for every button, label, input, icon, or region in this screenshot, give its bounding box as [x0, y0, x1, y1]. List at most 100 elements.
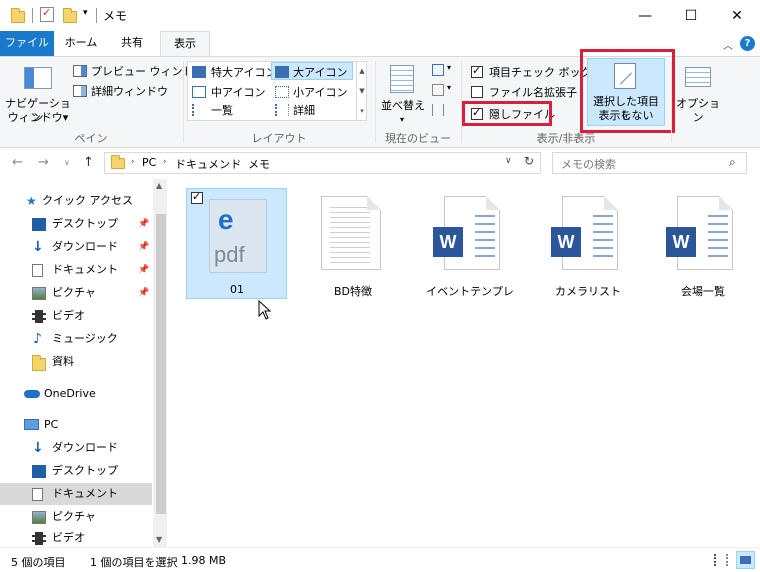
large-icons-option[interactable]: 大アイコン — [293, 64, 347, 80]
navigation-pane-button[interactable]: ナビゲーション ウィンドウ▾ — [5, 61, 71, 127]
new-folder-icon[interactable] — [63, 8, 77, 23]
add-columns-icon[interactable] — [432, 84, 444, 96]
nav-item-music[interactable]: ♪ ミュージック — [0, 328, 152, 350]
pin-icon[interactable]: 📌 — [138, 236, 149, 258]
file-item[interactable]: BD特徴 — [303, 188, 403, 298]
nav-pc[interactable]: PC — [0, 414, 152, 436]
pin-icon[interactable]: 📌 — [138, 213, 149, 235]
tab-home[interactable]: ホーム — [58, 31, 104, 56]
folder-icon — [32, 355, 46, 371]
chevron-up-icon[interactable]: ︿ — [723, 37, 733, 52]
options-label: オプション — [676, 97, 720, 124]
scroll-thumb[interactable] — [156, 214, 166, 514]
item-checkboxes-checkbox[interactable] — [471, 64, 483, 78]
details-pane-button[interactable]: 詳細ウィンドウ — [91, 83, 168, 99]
breadcrumb-pc[interactable]: PC — [142, 156, 156, 169]
tab-share[interactable]: 共有 — [108, 31, 156, 56]
nav-label: ダウンロード — [52, 441, 118, 454]
nav-item-downloads[interactable]: ↓ ダウンロード 📌 — [0, 236, 152, 258]
options-button[interactable]: オプション — [674, 61, 720, 124]
nav-item-pc-downloads[interactable]: ↓ ダウンロード — [0, 437, 152, 459]
quick-access-dropdown-icon[interactable]: ▾ — [83, 8, 88, 18]
file-view: e pdf 01 BD特徴 W イベントテンプレ W カメラリスト W — [168, 179, 760, 547]
nav-item-pc-documents[interactable]: ドキュメント — [0, 483, 152, 505]
file-name: 01 — [230, 283, 244, 296]
word-logo-icon: W — [666, 227, 696, 257]
nav-label: クイック アクセス — [42, 194, 133, 207]
close-button[interactable]: ✕ — [714, 0, 760, 31]
breadcrumb-documents[interactable]: ドキュメント — [175, 156, 241, 172]
breadcrumb-memo[interactable]: メモ — [248, 156, 270, 172]
file-name: イベントテンプレ — [426, 285, 514, 298]
small-icons-option[interactable]: 小アイコン — [293, 84, 347, 100]
highlight-box — [462, 101, 552, 126]
file-name: BD特徴 — [333, 285, 373, 298]
nav-item-pictures[interactable]: ピクチャ 📌 — [0, 282, 152, 304]
help-icon[interactable]: ? — [740, 36, 755, 51]
file-item[interactable]: W 会場一覧 — [653, 188, 753, 298]
tab-file[interactable]: ファイル — [0, 31, 54, 56]
nav-item-desktop[interactable]: デスクトップ 📌 — [0, 213, 152, 235]
file-item[interactable]: e pdf 01 — [186, 188, 287, 299]
forward-arrow-icon[interactable]: → — [38, 155, 49, 170]
extra-large-icons-option[interactable]: 特大アイコン — [211, 64, 276, 80]
recent-locations-icon[interactable]: ∨ — [64, 158, 70, 167]
navigation-pane-label-2: ウィンドウ▾ — [7, 111, 69, 124]
nav-item-pc-desktop[interactable]: デスクトップ — [0, 460, 152, 482]
group-by-icon[interactable] — [432, 64, 444, 76]
scroll-down-icon[interactable]: ▼ — [156, 535, 162, 544]
item-checkbox[interactable] — [191, 190, 203, 204]
large-icons-view-icon — [740, 556, 751, 564]
search-input[interactable]: メモの検索 — [561, 156, 616, 172]
chevron-down-icon[interactable]: ∨ — [505, 156, 512, 166]
pin-icon[interactable]: 📌 — [138, 282, 149, 304]
size-columns-icon[interactable] — [432, 104, 444, 116]
nav-item-shiryo[interactable]: 資料 — [0, 351, 152, 373]
properties-icon[interactable]: ✓ — [40, 6, 54, 22]
divider — [32, 8, 33, 23]
file-item[interactable]: W カメラリスト — [538, 188, 638, 298]
mouse-cursor-icon — [258, 300, 272, 320]
list-icon — [192, 104, 206, 116]
address-bar[interactable]: › PC › ドキュメント › メモ ∨ ↻ — [104, 152, 541, 174]
minimize-button[interactable]: — — [622, 0, 668, 31]
nav-item-pc-videos[interactable]: ビデオ — [0, 527, 152, 549]
list-option[interactable]: 一覧 — [211, 102, 233, 118]
nav-quick-access[interactable]: ★ クイック アクセス — [0, 190, 152, 212]
search-box[interactable]: メモの検索 ⌕ — [552, 152, 747, 174]
back-arrow-icon[interactable]: ← — [12, 155, 23, 170]
details-option[interactable]: 詳細 — [293, 102, 315, 118]
file-item[interactable]: W イベントテンプレ — [420, 188, 520, 298]
document-icon — [32, 488, 43, 501]
nav-onedrive[interactable]: OneDrive — [0, 383, 152, 405]
word-file-icon: W — [666, 196, 733, 270]
refresh-icon[interactable]: ↻ — [524, 154, 534, 168]
pin-icon[interactable]: 📌 — [138, 259, 149, 281]
chevron-down-icon: ▾ — [399, 115, 404, 124]
scroll-up-icon[interactable]: ▲ — [156, 181, 162, 190]
nav-item-videos[interactable]: ビデオ — [0, 305, 152, 327]
layout-gallery-scroll[interactable]: ▲ ▼ ▾ — [356, 61, 367, 121]
file-extensions-checkbox[interactable] — [471, 86, 483, 98]
folder-icon — [111, 155, 125, 169]
desktop-icon — [32, 465, 46, 478]
nav-label: ドキュメント — [52, 487, 118, 500]
medium-icons-option[interactable]: 中アイコン — [211, 84, 265, 100]
sort-by-button[interactable]: 並べ替え ▾ — [380, 61, 426, 124]
maximize-button[interactable]: ☐ — [668, 0, 714, 31]
search-icon[interactable]: ⌕ — [729, 155, 736, 170]
nav-label: ピクチャ — [52, 286, 96, 299]
nav-label: ピクチャ — [52, 510, 96, 523]
pdf-file-icon: e pdf — [209, 199, 267, 273]
nav-item-documents[interactable]: ドキュメント 📌 — [0, 259, 152, 281]
up-arrow-icon[interactable]: ↑ — [83, 155, 94, 170]
tab-view[interactable]: 表示 — [160, 31, 210, 57]
pdf-label: pdf — [214, 242, 245, 267]
nav-item-pc-pictures[interactable]: ピクチャ — [0, 506, 152, 528]
pane-group-label: ペイン — [74, 132, 108, 145]
details-view-icon[interactable] — [714, 554, 728, 566]
chevron-right-icon: › — [163, 157, 167, 167]
star-icon: ★ — [26, 194, 37, 208]
large-icons-view-button[interactable] — [736, 551, 755, 569]
file-name: カメラリスト — [555, 285, 621, 298]
